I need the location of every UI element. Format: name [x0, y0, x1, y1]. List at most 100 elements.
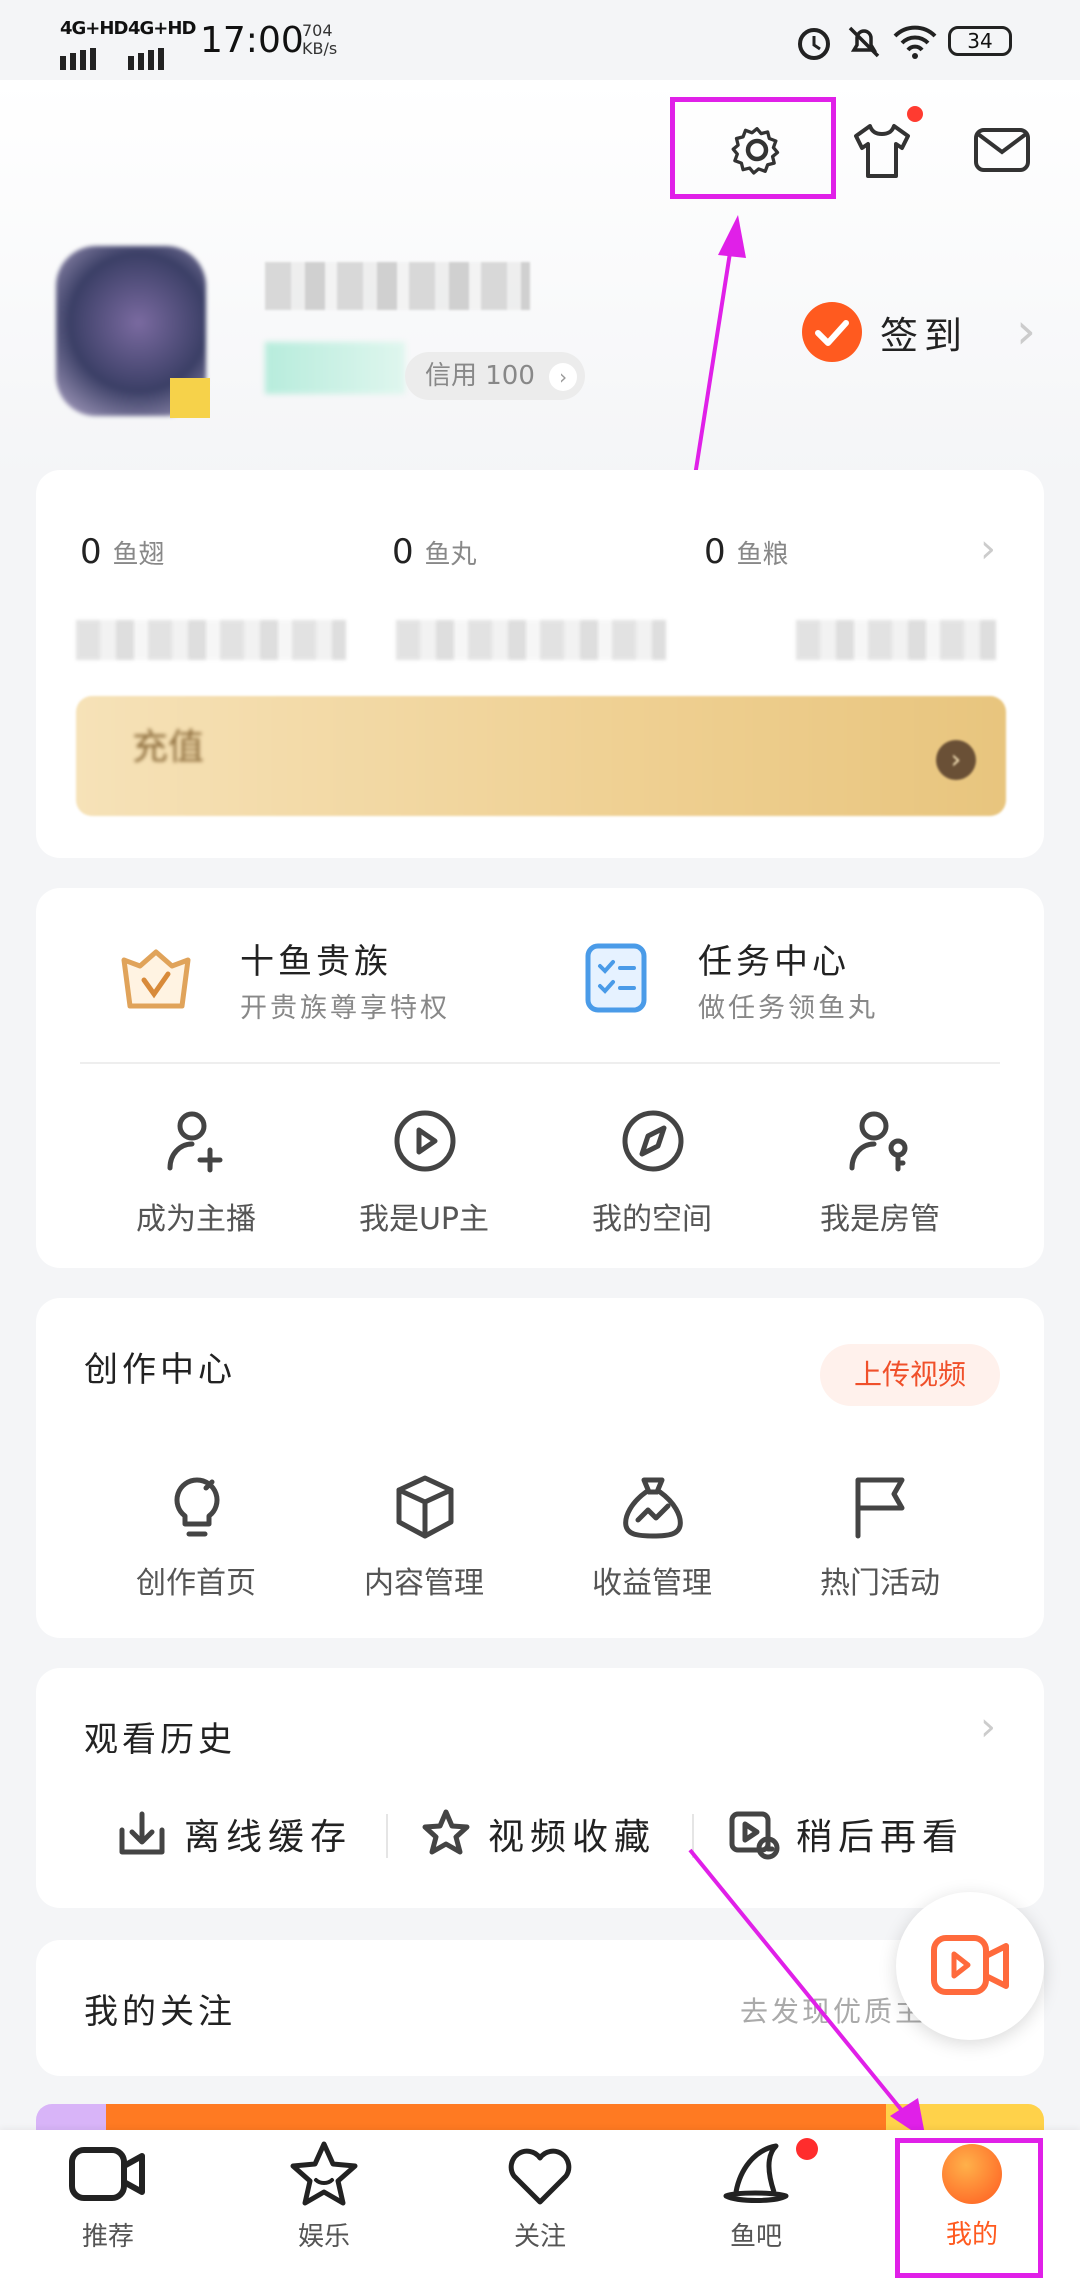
- grid-label-my-space: 我的空间: [592, 1202, 712, 1237]
- tshirt-icon[interactable]: [850, 118, 914, 182]
- recharge-banner[interactable]: 充值 ›: [76, 696, 1006, 816]
- recharge-arrow-icon: ›: [936, 740, 976, 780]
- wifi-icon: [893, 25, 937, 59]
- tab-label-fish-bar: 鱼吧: [729, 2222, 782, 2252]
- upload-video-button[interactable]: 上传视频: [820, 1344, 1000, 1406]
- history-item-offline[interactable]: 离线缓存: [114, 1806, 352, 1862]
- checkin-check-icon: [802, 302, 862, 362]
- history-label-offline: 离线缓存: [184, 1817, 353, 1858]
- user-add-icon: [167, 1111, 223, 1173]
- creation-card: 创作中心 上传视频 创作首页 内容管理 收益管理 热门活动: [36, 1298, 1044, 1638]
- wallet-blurred-row-2: [396, 620, 666, 660]
- creation-label-revenue: 收益管理: [592, 1566, 712, 1601]
- wallet-blurred-row-3: [796, 620, 996, 660]
- grid-item-my-space[interactable]: 我的空间: [542, 1106, 762, 1238]
- creation-item-revenue[interactable]: 收益管理: [542, 1472, 762, 1602]
- network-type-2: 4G+HD: [128, 18, 196, 39]
- history-label-favorites: 视频收藏: [488, 1817, 657, 1858]
- task-subtitle: 做任务领鱼丸: [698, 993, 878, 1024]
- creation-label-content: 内容管理: [364, 1566, 484, 1601]
- alarm-icon: [798, 28, 830, 60]
- tab-label-following: 关注: [513, 2222, 566, 2252]
- status-bar: 4G+HD 4G+HD 17:00 704 KB/s 34: [0, 0, 1080, 80]
- video-camera-icon: [69, 2147, 145, 2201]
- wallet-label-fins: 鱼翅: [112, 540, 165, 570]
- services-card: 十鱼贵族 开贵族尊享特权 任务中心 做任务领鱼丸 成为主播 我是UP主 我的空间…: [36, 888, 1044, 1268]
- avatar-badge: [170, 378, 210, 418]
- grid-label-room-admin: 我是房管: [820, 1202, 940, 1237]
- wallet-item-2[interactable]: 0 鱼粮: [704, 532, 788, 572]
- net-speed-unit: KB/s: [302, 39, 338, 58]
- checkin-label[interactable]: 签到: [880, 305, 968, 360]
- grid-item-up-master[interactable]: 我是UP主: [314, 1106, 534, 1238]
- net-speed-value: 704: [302, 21, 333, 40]
- tab-label-recommend: 推荐: [81, 2222, 134, 2252]
- noble-title[interactable]: 十鱼贵族: [240, 934, 392, 983]
- history-title[interactable]: 观看历史: [84, 1712, 236, 1761]
- signal-bars-icon: [60, 48, 96, 70]
- wallet-label-balls: 鱼丸: [424, 540, 477, 570]
- play-circle-icon: [394, 1110, 456, 1172]
- task-list-icon[interactable]: [580, 938, 656, 1018]
- creation-title: 创作中心: [84, 1350, 236, 1390]
- level-badge-blurred: [265, 342, 405, 394]
- grid-label-up-master: 我是UP主: [358, 1202, 490, 1237]
- tab-entertainment[interactable]: 娱乐: [234, 2140, 414, 2253]
- wallet-value-fins: 0: [80, 532, 102, 572]
- username-blurred: [265, 262, 530, 310]
- witch-hat-icon: [723, 2143, 789, 2203]
- live-camera-icon: [931, 1935, 1009, 1995]
- network-type-1: 4G+HD: [60, 18, 128, 39]
- credit-pill[interactable]: 信用 100 ›: [405, 352, 585, 400]
- credit-label: 信用 100: [425, 361, 535, 391]
- lightbulb-icon: [174, 1477, 220, 1537]
- services-divider: [80, 1062, 1000, 1064]
- tab-recommend[interactable]: 推荐: [18, 2140, 198, 2253]
- box-icon: [396, 1475, 454, 1539]
- heart-icon: [508, 2148, 572, 2205]
- wallet-item-1[interactable]: 0 鱼丸: [392, 532, 476, 572]
- signal-1: 4G+HD: [60, 18, 128, 79]
- grid-item-become-streamer[interactable]: 成为主播: [86, 1106, 306, 1238]
- fish-bar-red-dot: [796, 2138, 818, 2160]
- wallet-value-balls: 0: [392, 532, 414, 572]
- history-item-favorites[interactable]: 视频收藏: [418, 1806, 656, 1862]
- wallet-card: 0 鱼翅 0 鱼丸 0 鱼粮 › 充值 ›: [36, 470, 1044, 858]
- wallet-item-0[interactable]: 0 鱼翅: [80, 532, 164, 572]
- tab-fish-bar[interactable]: 鱼吧: [666, 2140, 846, 2253]
- annotation-arrow-settings: [690, 215, 746, 496]
- following-title: 我的关注: [84, 1992, 236, 2032]
- credit-arrow-icon: ›: [549, 363, 578, 391]
- creation-item-events[interactable]: 热门活动: [770, 1472, 990, 1602]
- tshirt-red-dot: [907, 106, 923, 122]
- flag-icon: [855, 1477, 905, 1539]
- grid-item-room-admin[interactable]: 我是房管: [770, 1106, 990, 1238]
- battery-level: 34: [967, 29, 993, 53]
- recharge-label: 充值: [132, 727, 205, 768]
- creation-item-home[interactable]: 创作首页: [86, 1472, 306, 1602]
- task-title[interactable]: 任务中心: [698, 934, 850, 983]
- annotation-arrow-my-tab: [688, 1848, 926, 2140]
- noble-subtitle: 开贵族尊享特权: [240, 993, 450, 1024]
- profile-chevron-icon[interactable]: ›: [1016, 302, 1036, 360]
- wallet-label-grain: 鱼粮: [736, 540, 789, 570]
- mail-icon[interactable]: [970, 118, 1034, 182]
- creation-label-events: 热门活动: [820, 1566, 940, 1601]
- clock: 17:00: [200, 20, 304, 61]
- download-icon: [119, 1811, 165, 1855]
- history-divider-1: [386, 1814, 388, 1858]
- tab-following[interactable]: 关注: [450, 2140, 630, 2253]
- signal-bars-icon: [128, 48, 164, 70]
- wallet-chevron-icon[interactable]: ›: [980, 526, 996, 572]
- settings-highlight-box: [670, 97, 836, 199]
- noble-crown-icon[interactable]: [116, 938, 196, 1018]
- wallet-value-grain: 0: [704, 532, 726, 572]
- creation-item-content[interactable]: 内容管理: [314, 1472, 534, 1602]
- tab-label-entertainment: 娱乐: [297, 2222, 350, 2252]
- signal-2: 4G+HD: [128, 18, 196, 79]
- mute-bell-icon: [848, 26, 880, 58]
- net-speed: 704 KB/s: [302, 22, 337, 58]
- history-chevron-icon[interactable]: ›: [980, 1704, 996, 1750]
- wallet-blurred-row-1: [76, 620, 346, 660]
- creation-label-home: 创作首页: [136, 1566, 256, 1601]
